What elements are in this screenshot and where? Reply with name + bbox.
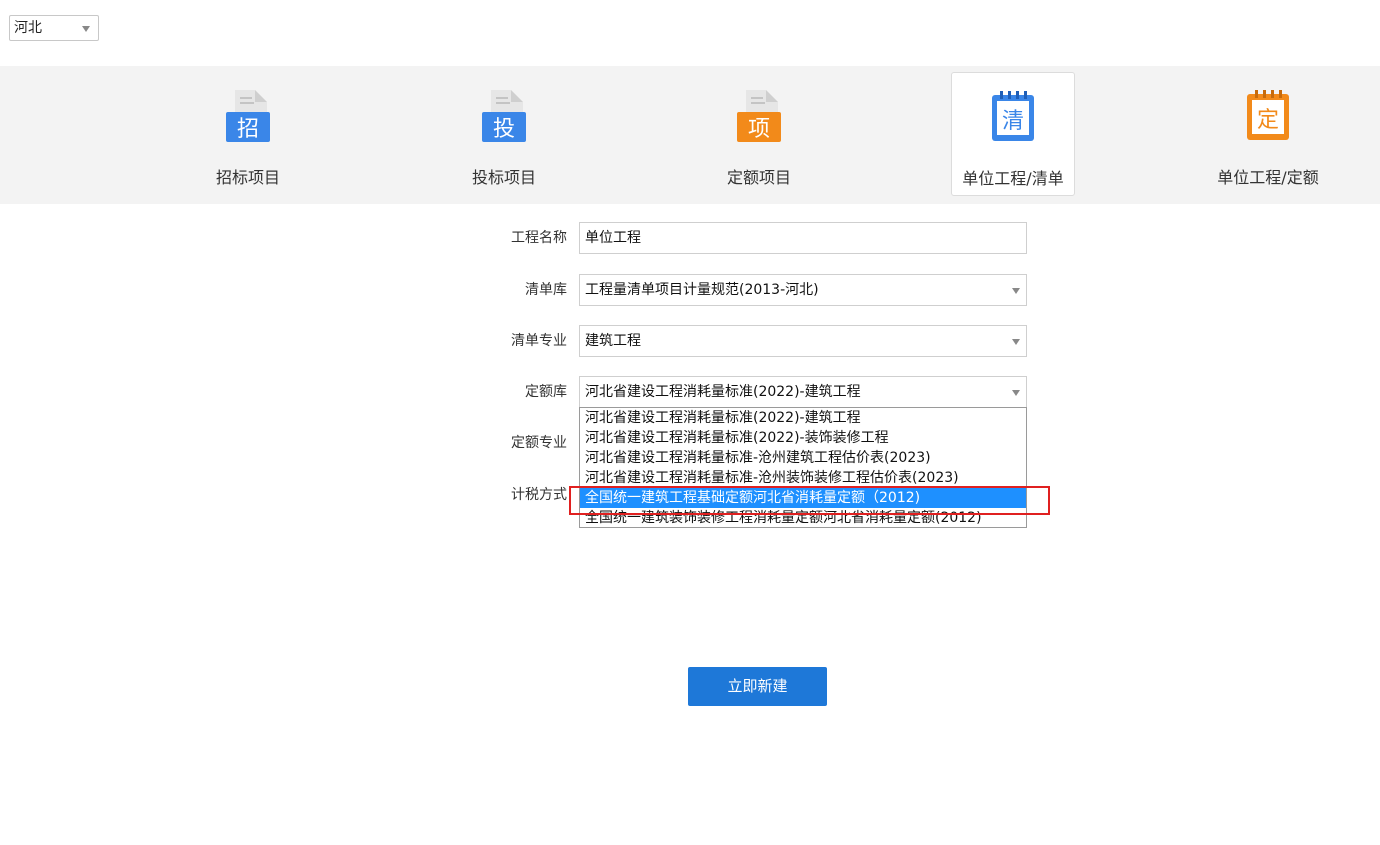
- bill-specialty-select[interactable]: 建筑工程: [579, 325, 1027, 357]
- dropdown-option-selected[interactable]: 全国统一建筑工程基础定额河北省消耗量定额（2012): [580, 488, 1026, 508]
- bill-specialty-value: 建筑工程: [585, 333, 641, 349]
- quota-notepad-icon: 定: [1247, 90, 1289, 140]
- project-type-label: 招标项目: [215, 168, 280, 187]
- svg-text:清: 清: [1002, 109, 1024, 134]
- project-type-bar: 招 招标项目 投 投标项目 项 定额项目 清 单位工程/清单 定 单位工程/定额: [0, 66, 1380, 204]
- project-type-bid[interactable]: 招 招标项目: [186, 72, 310, 196]
- dropdown-option[interactable]: 河北省建设工程消耗量标准-沧州装饰装修工程估价表(2023): [580, 468, 1026, 488]
- dropdown-option[interactable]: 全国统一建筑装饰装修工程消耗量定额河北省消耗量定额(2012): [580, 508, 1026, 527]
- bill-library-value: 工程量清单项目计量规范(2013-河北): [585, 282, 819, 298]
- project-type-label: 定额项目: [726, 168, 791, 187]
- bill-notepad-icon: 清: [992, 91, 1034, 141]
- svg-text:定: 定: [1257, 108, 1279, 133]
- chevron-down-icon: [1012, 390, 1020, 396]
- project-type-label: 单位工程/定额: [1217, 168, 1319, 187]
- quota-specialty-label: 定额专业: [511, 435, 567, 451]
- dropdown-option[interactable]: 河北省建设工程消耗量标准-沧州建筑工程估价表(2023): [580, 448, 1026, 468]
- create-now-button[interactable]: 立即新建: [688, 667, 827, 706]
- quota-library-dropdown: 河北省建设工程消耗量标准(2022)-建筑工程 河北省建设工程消耗量标准(202…: [579, 407, 1027, 528]
- tender-doc-icon: 投: [482, 90, 526, 142]
- region-select[interactable]: 河北: [9, 15, 99, 41]
- bill-library-label: 清单库: [525, 282, 567, 298]
- svg-text:招: 招: [237, 117, 259, 142]
- chevron-down-icon: [1012, 288, 1020, 294]
- project-type-unit-quota[interactable]: 定 单位工程/定额: [1206, 72, 1330, 196]
- dropdown-option[interactable]: 河北省建设工程消耗量标准(2022)-装饰装修工程: [580, 428, 1026, 448]
- project-name-input[interactable]: 单位工程: [579, 222, 1027, 254]
- project-type-unit-bill[interactable]: 清 单位工程/清单: [951, 72, 1075, 196]
- project-type-label: 投标项目: [471, 168, 536, 187]
- quota-library-label: 定额库: [525, 384, 567, 400]
- bid-doc-icon: 招: [226, 90, 270, 142]
- quota-library-value: 河北省建设工程消耗量标准(2022)-建筑工程: [585, 384, 861, 400]
- dropdown-option[interactable]: 河北省建设工程消耗量标准(2022)-建筑工程: [580, 408, 1026, 428]
- chevron-down-icon: [1012, 339, 1020, 345]
- project-type-quota[interactable]: 项 定额项目: [697, 72, 821, 196]
- project-name-label: 工程名称: [511, 230, 567, 246]
- svg-text:项: 项: [748, 117, 770, 142]
- bill-specialty-label: 清单专业: [511, 333, 567, 349]
- quota-project-doc-icon: 项: [737, 90, 781, 142]
- region-select-value: 河北: [14, 20, 42, 36]
- project-type-tender[interactable]: 投 投标项目: [442, 72, 566, 196]
- svg-text:投: 投: [493, 117, 515, 142]
- quota-library-select[interactable]: 河北省建设工程消耗量标准(2022)-建筑工程: [579, 376, 1027, 408]
- bill-library-select[interactable]: 工程量清单项目计量规范(2013-河北): [579, 274, 1027, 306]
- tax-method-label: 计税方式: [511, 487, 567, 503]
- project-type-label: 单位工程/清单: [962, 169, 1064, 188]
- chevron-down-icon: [82, 26, 90, 32]
